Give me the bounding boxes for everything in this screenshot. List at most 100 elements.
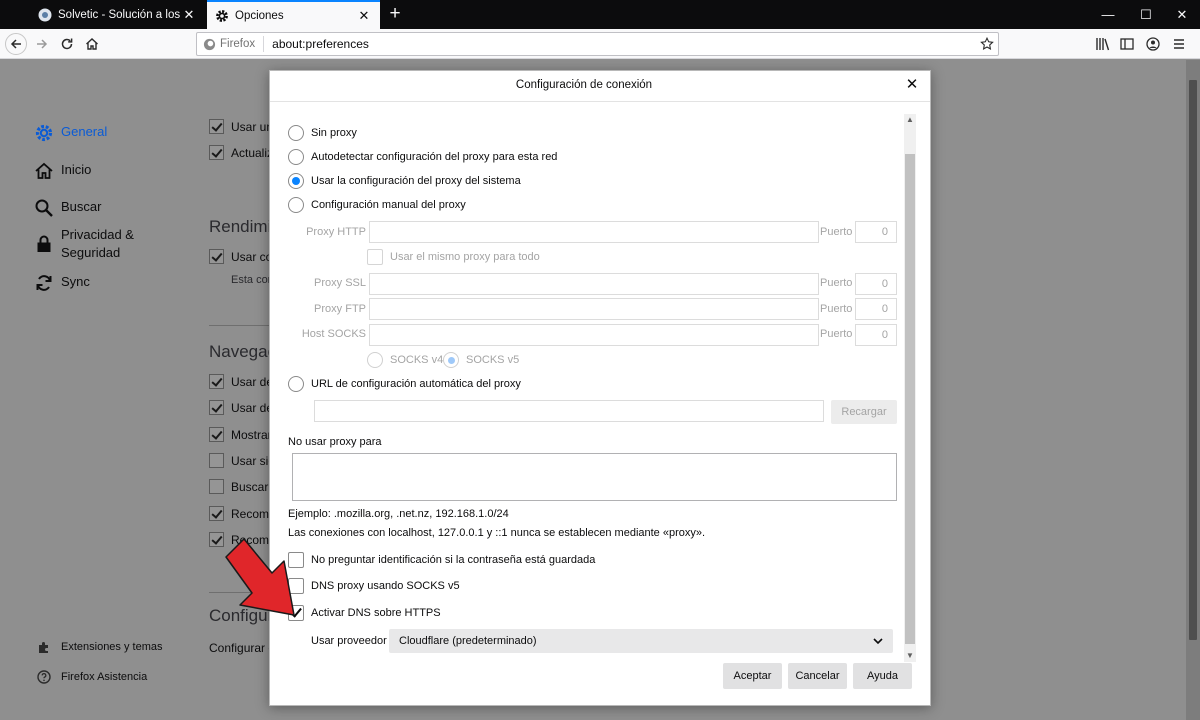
scrollbar-thumb[interactable] <box>1189 80 1197 640</box>
port-label: Puerto <box>820 303 853 315</box>
library-button[interactable] <box>1092 33 1114 55</box>
sidebar-toggle-button[interactable] <box>1116 33 1138 55</box>
section-divider <box>209 325 271 326</box>
port-label: Puerto <box>820 277 853 289</box>
bg-checkbox[interactable]: Usar co <box>209 249 272 264</box>
socks-port-input[interactable]: 0 <box>855 324 897 346</box>
arrow-left-icon <box>10 39 21 49</box>
checkbox-same-proxy[interactable]: Usar el mismo proxy para todo <box>367 249 540 265</box>
checkbox[interactable] <box>209 145 224 160</box>
checkbox-label: Usar el mismo proxy para todo <box>390 251 540 263</box>
radio-system-proxy[interactable]: Usar la configuración del proxy del sist… <box>288 173 521 189</box>
checkbox[interactable] <box>209 374 224 389</box>
radio-button[interactable] <box>288 173 304 189</box>
checkbox[interactable] <box>367 249 383 265</box>
bg-checkbox[interactable]: Usar un <box>209 119 273 134</box>
back-button[interactable] <box>5 33 27 55</box>
bg-checkbox-label: Usar co <box>231 249 273 264</box>
radio-socks-v5[interactable]: SOCKS v5 <box>443 352 519 368</box>
tab-label: Solvetic - Solución a los proble <box>58 8 181 21</box>
chevron-down-icon <box>873 638 883 645</box>
radio-button[interactable] <box>288 197 304 213</box>
sidebar-item-buscar[interactable]: Buscar <box>34 198 101 218</box>
bg-checkbox[interactable]: Recome <box>209 506 276 521</box>
tab-opciones[interactable]: Opciones ✕ <box>207 0 380 29</box>
auto-config-url-input[interactable] <box>314 400 824 422</box>
proxy-ssl-input[interactable] <box>369 273 819 295</box>
checkbox-dns-socks[interactable]: DNS proxy usando SOCKS v5 <box>288 578 460 594</box>
home-button[interactable] <box>81 33 103 55</box>
cancel-button[interactable]: Cancelar <box>788 663 847 689</box>
radio-button[interactable] <box>288 149 304 165</box>
sidebar-extensions-link[interactable]: Extensiones y temas <box>37 640 163 654</box>
reload-pac-button[interactable]: Recargar <box>831 400 897 424</box>
checkbox-no-auth-prompt[interactable]: No preguntar identificación si la contra… <box>288 552 595 568</box>
provider-label: Usar proveedor <box>311 635 387 647</box>
checkbox[interactable] <box>209 479 224 494</box>
identity-box[interactable]: Firefox <box>197 36 265 52</box>
radio-socks-v4[interactable]: SOCKS v4 <box>367 352 443 368</box>
checkbox[interactable] <box>209 400 224 415</box>
proxy-http-input[interactable] <box>369 221 819 243</box>
bg-checkbox[interactable]: Usar de <box>209 400 273 415</box>
provider-select[interactable]: Cloudflare (predeterminado) <box>389 629 893 653</box>
bg-checkbox[interactable]: Usar sie <box>209 453 275 468</box>
proxy-http-port-input[interactable]: 0 <box>855 221 897 243</box>
dialog-close-icon[interactable]: ✕ <box>904 77 920 93</box>
radio-button[interactable] <box>367 352 383 368</box>
checkbox[interactable] <box>209 506 224 521</box>
url-bar[interactable]: Firefox about:preferences <box>196 32 999 56</box>
window-close-button[interactable]: ✕ <box>1160 0 1200 29</box>
bg-checkbox-label: Actualiz <box>231 145 274 160</box>
scroll-down-arrow-icon[interactable]: ▼ <box>904 650 916 662</box>
radio-auto-config-url[interactable]: URL de configuración automática del prox… <box>288 376 521 392</box>
radio-no-proxy[interactable]: Sin proxy <box>288 125 357 141</box>
bg-checkbox[interactable]: Mostrar <box>209 427 272 442</box>
proxy-ssl-port-input[interactable]: 0 <box>855 273 897 295</box>
new-tab-button[interactable]: + <box>384 3 406 25</box>
accept-button[interactable]: Aceptar <box>723 663 782 689</box>
tab-close-icon[interactable]: ✕ <box>181 7 197 23</box>
dialog-content: Sin proxy Autodetectar configuración del… <box>270 103 904 661</box>
menu-button[interactable] <box>1168 33 1190 55</box>
forward-button[interactable] <box>31 33 53 55</box>
radio-autodetect[interactable]: Autodetectar configuración del proxy par… <box>288 149 557 165</box>
radio-button[interactable] <box>288 376 304 392</box>
checkbox-dns-over-https[interactable]: Activar DNS sobre HTTPS <box>288 605 441 621</box>
bookmark-star-button[interactable] <box>976 37 998 51</box>
proxy-ftp-port-input[interactable]: 0 <box>855 298 897 320</box>
dialog-scrollbar[interactable]: ▲ ▼ <box>904 114 916 662</box>
home-icon <box>35 162 53 179</box>
help-button[interactable]: Ayuda <box>853 663 912 689</box>
page-scrollbar[interactable] <box>1186 60 1200 720</box>
no-proxy-for-textarea[interactable] <box>292 453 897 501</box>
solvetic-favicon-icon <box>38 8 52 21</box>
radio-manual-proxy[interactable]: Configuración manual del proxy <box>288 197 466 213</box>
port-label: Puerto <box>820 328 853 340</box>
sidebar-item-privacidad[interactable]: Privacidad & Seguridad <box>34 226 134 262</box>
bg-checkbox[interactable]: Buscar t <box>209 479 275 494</box>
checkbox[interactable] <box>209 453 224 468</box>
checkbox[interactable] <box>209 427 224 442</box>
tab-close-icon[interactable]: ✕ <box>356 8 372 24</box>
checkbox[interactable] <box>209 119 224 134</box>
scroll-up-arrow-icon[interactable]: ▲ <box>904 114 916 126</box>
bg-checkbox[interactable]: Actualiz <box>209 145 273 160</box>
scrollbar-thumb[interactable] <box>905 154 915 644</box>
sidebar-item-general[interactable]: General <box>34 123 107 143</box>
sidebar-item-sync[interactable]: Sync <box>34 273 90 293</box>
checkbox-label: No preguntar identificación si la contra… <box>311 554 596 566</box>
sidebar-item-inicio[interactable]: Inicio <box>34 161 91 181</box>
radio-button[interactable] <box>288 125 304 141</box>
proxy-ftp-input[interactable] <box>369 298 819 320</box>
socks-host-input[interactable] <box>369 324 819 346</box>
reload-button[interactable] <box>56 33 78 55</box>
checkbox-label: Activar DNS sobre HTTPS <box>311 607 441 619</box>
account-button[interactable] <box>1142 33 1164 55</box>
tab-solvetic[interactable]: Solvetic - Solución a los proble ✕ <box>30 0 205 29</box>
radio-button[interactable] <box>443 352 459 368</box>
sidebar-support-link[interactable]: Firefox Asistencia <box>37 670 147 684</box>
sidebar-item-label: Sync <box>61 274 90 289</box>
bg-checkbox[interactable]: Usar de <box>209 374 273 389</box>
checkbox[interactable] <box>209 249 224 264</box>
